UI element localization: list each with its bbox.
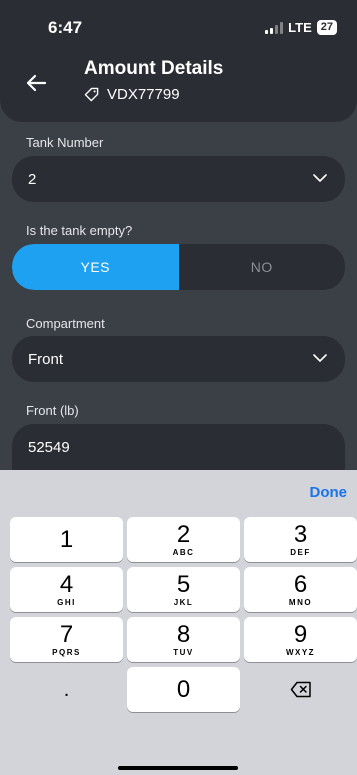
key-9[interactable]: 9 WXYZ [244, 617, 357, 662]
tag-icon [84, 87, 99, 102]
key-4[interactable]: 4 GHI [10, 567, 123, 612]
tank-number-label: Tank Number [26, 135, 104, 150]
page-title: Amount Details [84, 58, 224, 79]
key-6[interactable]: 6 MNO [244, 567, 357, 612]
front-lb-label: Front (lb) [26, 403, 79, 418]
tag-row: VDX77799 [84, 86, 180, 103]
tag-id: VDX77799 [107, 86, 180, 103]
key-8[interactable]: 8 TUV [127, 617, 240, 662]
backspace-icon [290, 681, 311, 698]
done-button[interactable]: Done [310, 484, 348, 501]
front-lb-value: 52549 [28, 438, 70, 456]
tank-empty-label: Is the tank empty? [26, 223, 133, 238]
header: 6:47 LTE 27 Amount Details VDX77799 [0, 0, 357, 122]
tank-number-value: 2 [28, 170, 37, 188]
backspace-key[interactable] [244, 667, 357, 712]
numeric-keyboard: Done 1 2 ABC 3 DEF 4 GHI 5 JKL 6 MNO 7 P… [0, 470, 357, 775]
back-arrow-icon[interactable] [25, 72, 47, 94]
status-bar: 6:47 LTE 27 [0, 18, 357, 42]
compartment-label: Compartment [26, 316, 105, 331]
key-7[interactable]: 7 PQRS [10, 617, 123, 662]
key-0[interactable]: 0 [127, 667, 240, 712]
network-label: LTE [288, 20, 312, 35]
status-time: 6:47 [48, 18, 83, 37]
key-2[interactable]: 2 ABC [127, 517, 240, 562]
key-5[interactable]: 5 JKL [127, 567, 240, 612]
home-indicator [118, 766, 238, 770]
no-option[interactable]: NO [179, 244, 346, 290]
tank-empty-toggle: YES NO [12, 244, 345, 290]
compartment-select[interactable]: Front [12, 336, 345, 382]
key-1[interactable]: 1 [10, 517, 123, 562]
front-lb-input[interactable]: 52549 [12, 424, 345, 470]
chevron-down-icon [313, 354, 327, 362]
tank-number-select[interactable]: 2 [12, 156, 345, 202]
battery-icon: 27 [316, 20, 337, 35]
yes-option[interactable]: YES [12, 244, 179, 290]
chevron-down-icon [313, 174, 327, 182]
key-decimal[interactable]: . [10, 667, 123, 712]
key-3[interactable]: 3 DEF [244, 517, 357, 562]
status-indicators: LTE 27 [265, 20, 337, 35]
signal-icon [265, 21, 284, 34]
compartment-value: Front [28, 350, 64, 368]
